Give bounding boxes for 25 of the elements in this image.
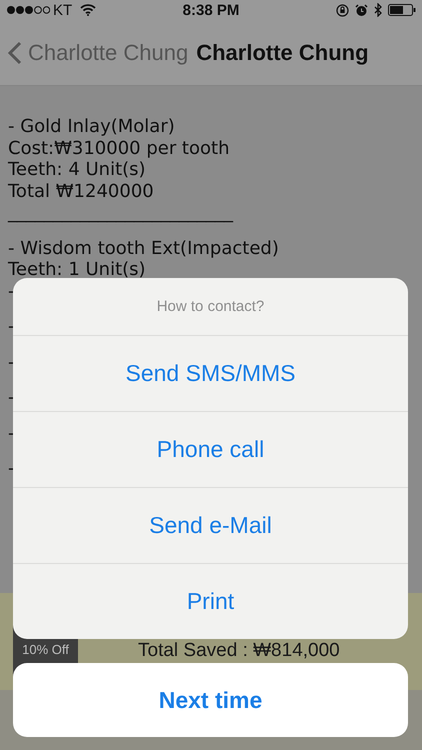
carrier-name: KT [53, 2, 72, 18]
battery-icon [388, 4, 416, 16]
document-line: _________________________ [8, 202, 233, 224]
wifi-icon [80, 4, 96, 16]
action-option[interactable]: Phone call [13, 411, 408, 487]
document-line: - Gold Inlay(Molar) [8, 116, 175, 138]
document-line: Teeth: 4 Unit(s) [8, 159, 146, 180]
action-option[interactable]: Print [13, 563, 408, 639]
sheet-title: How to contact? [156, 298, 264, 315]
cancel-button[interactable]: Next time [13, 663, 408, 737]
alarm-icon [355, 4, 368, 16]
clock-time: 8:38 PM [182, 2, 240, 18]
rotation-lock-icon [336, 4, 350, 16]
back-chevron-icon [8, 40, 22, 64]
bluetooth-icon [374, 3, 382, 17]
document-line: Total ₩1240000 [8, 180, 154, 202]
document-line: Cost:₩310000 per tooth [8, 138, 230, 159]
total-saved-text: Total Saved : ₩814,000 [138, 641, 340, 661]
document-line: - Wisdom tooth Ext(Impacted) [8, 238, 279, 259]
document-line: Teeth: 1 Unit(s) [8, 259, 146, 280]
nav-title: Charlotte Chung [196, 40, 369, 66]
signal-icon [6, 5, 50, 15]
back-button[interactable]: Charlotte Chung [8, 40, 188, 66]
action-option[interactable]: Send e-Mail [13, 487, 408, 563]
action-option[interactable]: Send SMS/MMS [13, 335, 408, 411]
